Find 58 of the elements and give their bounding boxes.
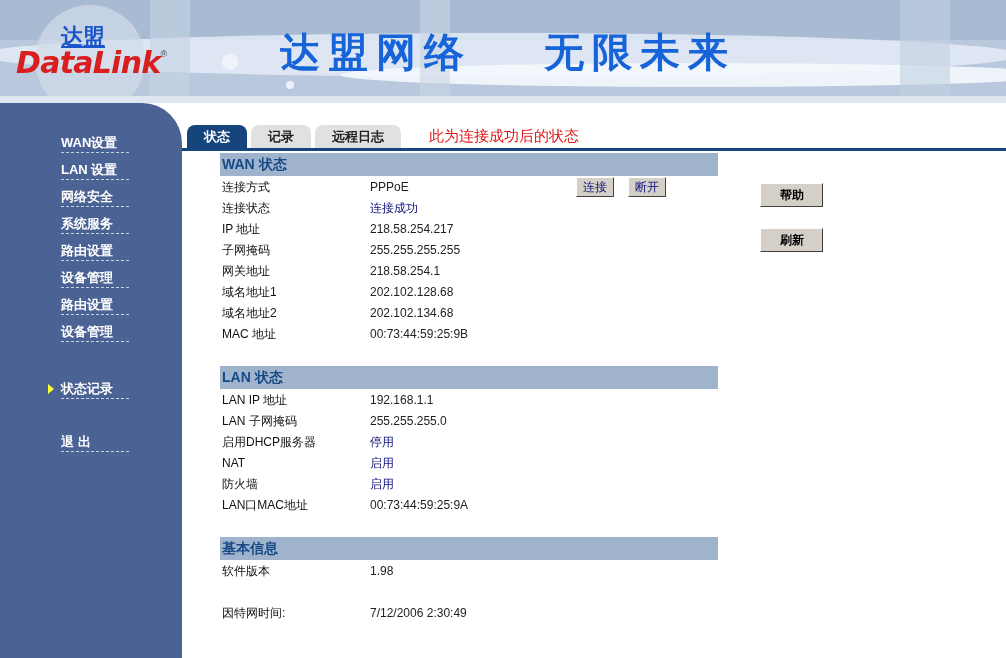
field-label: 防火墙 [221,475,259,493]
field-label: 子网掩码 [221,241,271,259]
action-button[interactable]: 断开 [628,176,666,197]
field-value: PPPoE [370,178,409,196]
side-button[interactable]: 刷新 [760,228,823,252]
tab[interactable]: 状态 [187,125,247,148]
field-value: 启用 [370,475,394,493]
field-label: IP 地址 [221,220,262,238]
field-label: LAN 子网掩码 [221,412,298,430]
field-value: 218.58.254.1 [370,262,441,280]
field-label: LAN IP 地址 [221,391,289,409]
sidebar-item[interactable]: 设备管理 [61,268,129,288]
field-value: 192.168.1.1 [370,391,434,409]
sidebar-item[interactable]: 路由设置 [61,241,129,261]
field-label: MAC 地址 [221,325,277,343]
logo-chinese: 达盟 [61,25,105,48]
field-label: NAT [221,454,247,472]
field-value: 启用 [370,454,394,472]
tab[interactable]: 远程日志 [315,125,401,148]
status-note: 此为连接成功后的状态 [429,126,579,148]
pointer-icon [48,384,54,394]
field-value: 00:73:44:59:25:9A [370,496,469,514]
field-value: 202.102.128.68 [370,283,454,301]
field-value: 1.98 [370,562,394,580]
sidebar-item[interactable]: 退 出 [61,432,129,452]
field-value: 00:73:44:59:25:9B [370,325,469,343]
tab[interactable]: 记录 [251,125,311,148]
field-value: 停用 [370,433,394,451]
section-header: 基本信息 [220,537,718,560]
banner-slogan: 达盟网络 [280,28,472,76]
field-label: 启用DHCP服务器 [221,433,317,451]
sidebar-item[interactable]: 网络安全 [61,187,129,207]
section-header: LAN 状态 [220,366,718,389]
sidebar-item[interactable]: 状态记录 [61,379,129,399]
field-label: 网关地址 [221,262,271,280]
sidebar-item[interactable]: 设备管理 [61,322,129,342]
section-header: WAN 状态 [220,153,718,176]
sidebar-item[interactable]: 路由设置 [61,295,129,315]
field-label: LAN口MAC地址 [221,496,309,514]
field-value: 连接成功 [370,199,418,217]
field-label: 因特网时间: [221,604,287,622]
field-value: 255.255.255.0 [370,412,447,430]
field-value: 255.255.255.255 [370,241,461,259]
sidebar-item[interactable]: 系统服务 [61,214,129,234]
field-label: 连接方式 [221,178,271,196]
logo-text: DataLink [16,47,161,78]
field-label: 域名地址1 [221,283,278,301]
field-label: 连接状态 [221,199,271,217]
field-value: 218.58.254.217 [370,220,454,238]
field-label: 域名地址2 [221,304,278,322]
action-button[interactable]: 连接 [576,176,614,197]
side-button[interactable]: 帮助 [760,183,823,207]
banner-slogan: 无限未来 [544,28,736,76]
sidebar-item[interactable]: WAN设置 [61,133,129,153]
sidebar-item[interactable]: LAN 设置 [61,160,129,180]
field-value: 202.102.134.68 [370,304,454,322]
field-label: 软件版本 [221,562,271,580]
field-value: 7/12/2006 2:30:49 [370,604,467,622]
